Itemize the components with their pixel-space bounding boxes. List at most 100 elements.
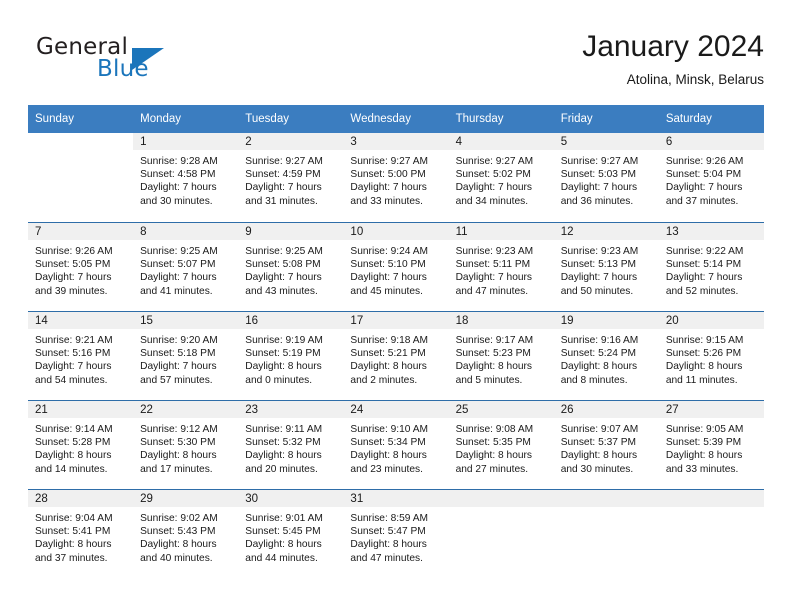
day-cell[interactable]: 9 Sunrise: 9:25 AM Sunset: 5:08 PM Daylight… (238, 222, 344, 311)
day-cell[interactable]: 5 Sunrise: 9:27 AM Sunset: 5:03 PM Daylight… (553, 133, 659, 222)
calendar-cell (553, 489, 659, 578)
day-cell[interactable]: 2 Sunrise: 9:27 AM Sunset: 4:59 PM Daylight… (238, 133, 344, 222)
day-details: Sunrise: 9:15 AM Sunset: 5:26 PM Daylight:… (659, 329, 764, 387)
day-cell[interactable]: 29 Sunrise: 9:02 AM Sunset: 5:43 PM Dayligh… (133, 489, 239, 578)
daylight-text-line2: and 5 minutes. (455, 374, 523, 386)
page-title: January 2024 (582, 30, 764, 63)
calendar-cell: 4 Sunrise: 9:27 AM Sunset: 5:02 PM Daylight… (448, 133, 554, 222)
day-cell[interactable]: 15 Sunrise: 9:20 AM Sunset: 5:18 PM Dayligh… (133, 311, 239, 400)
day-cell[interactable]: 25 Sunrise: 9:08 AM Sunset: 5:35 PM Dayligh… (448, 400, 554, 489)
day-cell[interactable]: 26 Sunrise: 9:07 AM Sunset: 5:37 PM Dayligh… (553, 400, 659, 489)
daylight-text-line2: and 31 minutes. (245, 195, 318, 207)
day-cell[interactable]: 28 Sunrise: 9:04 AM Sunset: 5:41 PM Dayligh… (28, 489, 134, 578)
sunset-text: Sunset: 5:02 PM (455, 169, 531, 181)
day-cell[interactable]: 10 Sunrise: 9:24 AM Sunset: 5:10 PM Dayligh… (343, 222, 449, 311)
day-cell[interactable]: 22 Sunrise: 9:12 AM Sunset: 5:30 PM Dayligh… (133, 400, 239, 489)
sunset-text: Sunset: 5:18 PM (140, 348, 216, 360)
calendar-cell: 17 Sunrise: 9:18 AM Sunset: 5:21 PM Dayligh… (343, 311, 449, 400)
day-cell[interactable]: 16 Sunrise: 9:19 AM Sunset: 5:19 PM Dayligh… (238, 311, 344, 400)
daylight-text-line1: Daylight: 8 hours (665, 450, 743, 462)
day-cell[interactable]: 8 Sunrise: 9:25 AM Sunset: 5:07 PM Daylight… (133, 222, 239, 311)
day-number: 17 (343, 312, 449, 329)
calendar-cell: 13 Sunrise: 9:22 AM Sunset: 5:14 PM Dayligh… (658, 222, 764, 311)
day-cell[interactable]: 6 Sunrise: 9:26 AM Sunset: 5:04 PM Daylight… (658, 133, 764, 222)
daylight-text-line1: Daylight: 7 hours (560, 182, 638, 194)
sunrise-text: Sunrise: 9:21 AM (35, 335, 113, 346)
sunrise-text: Sunrise: 9:16 AM (560, 335, 639, 346)
title-block: January 2024 Atolina, Minsk, Belarus (344, 28, 764, 90)
sunset-text: Sunset: 5:30 PM (140, 437, 216, 449)
sunrise-text: Sunrise: 8:59 AM (350, 513, 429, 524)
calendar-page: General Blue January 2024 Atolina, Minsk… (0, 0, 792, 612)
day-cell[interactable]: 18 Sunrise: 9:17 AM Sunset: 5:23 PM Dayligh… (448, 311, 554, 400)
logo-text-blue: Blue (97, 56, 149, 82)
day-details: Sunrise: 9:01 AM Sunset: 5:45 PM Daylight:… (238, 507, 343, 565)
sunrise-text: Sunrise: 9:26 AM (665, 156, 744, 167)
day-cell[interactable]: 24 Sunrise: 9:10 AM Sunset: 5:34 PM Dayligh… (343, 400, 449, 489)
day-number: 14 (28, 312, 134, 329)
day-cell[interactable]: 1 Sunrise: 9:28 AM Sunset: 4:58 PM Daylight… (133, 133, 239, 222)
weekday-header-row: Sunday Monday Tuesday Wednesday Thursday… (28, 105, 764, 133)
day-number: 19 (553, 312, 659, 329)
daylight-text-line2: and 33 minutes. (350, 195, 423, 207)
sunset-text: Sunset: 5:05 PM (35, 259, 111, 271)
day-cell[interactable]: 7 Sunrise: 9:26 AM Sunset: 5:05 PM Daylight… (28, 222, 134, 311)
sunset-text: Sunset: 5:41 PM (35, 526, 111, 538)
sunset-text: Sunset: 5:23 PM (455, 348, 531, 360)
day-number: 12 (553, 223, 659, 240)
day-number: 3 (343, 133, 449, 150)
daylight-text-line1: Daylight: 7 hours (140, 272, 217, 284)
day-cell[interactable]: 31 Sunrise: 8:59 AM Sunset: 5:47 PM Dayligh… (343, 489, 449, 578)
day-number: 4 (448, 133, 554, 150)
calendar-cell: 12 Sunrise: 9:23 AM Sunset: 5:13 PM Dayligh… (553, 222, 659, 311)
daylight-text-line2: and 27 minutes. (455, 463, 529, 475)
day-details: Sunrise: 9:10 AM Sunset: 5:34 PM Daylight:… (343, 418, 448, 476)
daylight-text-line2: and 45 minutes. (350, 285, 423, 297)
day-details: Sunrise: 9:23 AM Sunset: 5:13 PM Daylight:… (554, 240, 659, 298)
daylight-text-line1: Daylight: 7 hours (455, 182, 533, 194)
daylight-text-line1: Daylight: 8 hours (455, 450, 533, 462)
day-cell[interactable]: 17 Sunrise: 9:18 AM Sunset: 5:21 PM Dayligh… (343, 311, 449, 400)
day-details: Sunrise: 9:07 AM Sunset: 5:37 PM Daylight:… (554, 418, 659, 476)
day-number: 18 (448, 312, 554, 329)
day-cell[interactable]: 23 Sunrise: 9:11 AM Sunset: 5:32 PM Dayligh… (238, 400, 344, 489)
day-cell[interactable]: 11 Sunrise: 9:23 AM Sunset: 5:11 PM Dayligh… (448, 222, 554, 311)
calendar-week-row: 28 Sunrise: 9:04 AM Sunset: 5:41 PM Dayligh… (28, 489, 764, 578)
daylight-text-line2: and 8 minutes. (560, 374, 628, 386)
day-cell[interactable]: 21 Sunrise: 9:14 AM Sunset: 5:28 PM Dayligh… (28, 400, 134, 489)
daylight-text-line1: Daylight: 8 hours (560, 361, 638, 373)
sunrise-text: Sunrise: 9:27 AM (560, 156, 639, 167)
location-subtitle: Atolina, Minsk, Belarus (626, 72, 764, 87)
day-cell[interactable]: 27 Sunrise: 9:05 AM Sunset: 5:39 PM Dayligh… (658, 400, 764, 489)
day-details: Sunrise: 9:11 AM Sunset: 5:32 PM Daylight:… (238, 418, 343, 476)
daylight-text-line1: Daylight: 7 hours (140, 182, 217, 194)
weekday-header-sunday: Sunday (28, 105, 134, 133)
sunset-text: Sunset: 5:10 PM (350, 259, 426, 271)
sunrise-text: Sunrise: 9:12 AM (140, 424, 218, 435)
day-cell-empty (658, 489, 764, 578)
day-cell[interactable]: 12 Sunrise: 9:23 AM Sunset: 5:13 PM Dayligh… (553, 222, 659, 311)
daylight-text-line2: and 20 minutes. (245, 463, 318, 475)
day-number: 21 (28, 401, 134, 418)
daylight-text-line2: and 36 minutes. (560, 195, 634, 207)
calendar-cell: 29 Sunrise: 9:02 AM Sunset: 5:43 PM Dayligh… (133, 489, 239, 578)
day-cell[interactable]: 3 Sunrise: 9:27 AM Sunset: 5:00 PM Daylight… (343, 133, 449, 222)
day-cell[interactable]: 20 Sunrise: 9:15 AM Sunset: 5:26 PM Dayligh… (658, 311, 764, 400)
day-cell[interactable]: 14 Sunrise: 9:21 AM Sunset: 5:16 PM Dayligh… (28, 311, 134, 400)
daylight-text-line1: Daylight: 7 hours (350, 272, 427, 284)
daylight-text-line2: and 52 minutes. (665, 285, 739, 297)
day-cell[interactable]: 30 Sunrise: 9:01 AM Sunset: 5:45 PM Dayligh… (238, 489, 344, 578)
day-cell[interactable]: 13 Sunrise: 9:22 AM Sunset: 5:14 PM Dayligh… (658, 222, 764, 311)
calendar-cell: 19 Sunrise: 9:16 AM Sunset: 5:24 PM Dayligh… (553, 311, 659, 400)
daylight-text-line1: Daylight: 8 hours (245, 539, 322, 551)
weekday-header-monday: Monday (133, 105, 239, 133)
calendar-cell: 1 Sunrise: 9:28 AM Sunset: 4:58 PM Daylight… (133, 133, 239, 222)
day-cell[interactable]: 19 Sunrise: 9:16 AM Sunset: 5:24 PM Dayligh… (553, 311, 659, 400)
calendar-cell: 3 Sunrise: 9:27 AM Sunset: 5:00 PM Daylight… (343, 133, 449, 222)
day-cell-empty (448, 489, 554, 578)
sunrise-text: Sunrise: 9:25 AM (140, 246, 218, 257)
day-number: 10 (343, 223, 449, 240)
daylight-text-line1: Daylight: 7 hours (455, 272, 533, 284)
day-cell[interactable]: 4 Sunrise: 9:27 AM Sunset: 5:02 PM Daylight… (448, 133, 554, 222)
daylight-text-line2: and 39 minutes. (35, 285, 108, 297)
